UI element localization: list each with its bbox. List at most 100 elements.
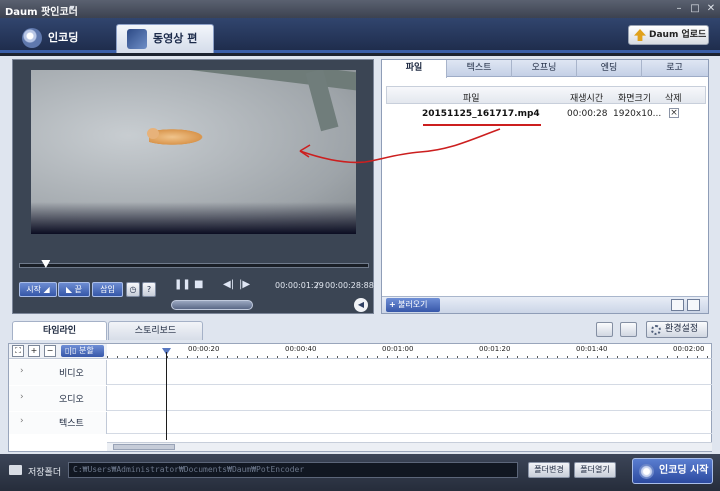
track-text[interactable]: › 텍스트 (9, 412, 712, 434)
load-file-label: 불러오기 (398, 300, 428, 309)
tab-opening[interactable]: 오프닝 (512, 60, 577, 77)
col-duration: 재생시간 (570, 94, 604, 104)
cat-head (147, 128, 159, 139)
chevron-right-icon[interactable]: › (20, 392, 24, 402)
tick-label: 00:00:20 (188, 345, 220, 353)
encoding-logo-icon (639, 464, 654, 479)
settings-button[interactable]: 환경설정 (646, 321, 708, 338)
file-table-header: 파일 재생시간 화면크기 삭제 (386, 86, 706, 104)
file-resolution: 1920x10... (613, 109, 662, 119)
seek-handle[interactable] (41, 260, 51, 268)
timeline-toolbar: ⛶ + − ▯|▯ 분할 (9, 344, 107, 359)
clock-button[interactable]: ◷ (126, 282, 140, 297)
clock-icon: ◷ (129, 285, 137, 294)
track-name: 오디오 (59, 395, 84, 405)
close-icon[interactable]: ✕ (704, 2, 718, 15)
next-frame-icon[interactable]: |▶ (239, 279, 250, 290)
track-header: › 오디오 (9, 386, 107, 411)
minimize-icon[interactable]: – (672, 2, 686, 15)
settings-label: 환경설정 (665, 324, 699, 334)
chevron-right-icon[interactable]: › (20, 366, 24, 376)
tab-file[interactable]: 파일 (382, 60, 447, 78)
daum-upload-button[interactable]: Daum 업로드 (628, 25, 709, 45)
tick-label: 00:02:00 (673, 345, 705, 353)
pause-icon[interactable]: ❚❚ (174, 279, 191, 290)
file-name: 20151125_161717.mp4 (422, 109, 540, 119)
insert-label: 삽입 (100, 285, 115, 294)
file-table: 파일 재생시간 화면크기 삭제 20151125_161717.mp4 00:0… (386, 86, 706, 126)
track-header: › 비디오 (9, 360, 107, 385)
split-label: 분할 (79, 346, 94, 355)
prev-frame-icon[interactable]: ◀| (223, 279, 234, 290)
main-tab-bar: 인코딩 동영상 편집 Daum 업로드 (0, 18, 720, 72)
stop-icon[interactable]: ■ (194, 279, 203, 290)
playhead-line (166, 352, 167, 440)
load-file-button[interactable]: + 불러오기 (386, 298, 440, 312)
save-path-field[interactable]: C:₩Users₩Administrator₩Documents₩Daum₩Po… (68, 462, 518, 478)
upload-arrow-icon (634, 29, 646, 41)
start-encoding-label: 인코딩 시작 (659, 465, 709, 476)
insert-button[interactable]: 삽입 (92, 282, 123, 297)
split-button[interactable]: ▯|▯ 분할 (61, 345, 104, 357)
track-video[interactable]: › 비디오 (9, 360, 712, 385)
tab-text[interactable]: 텍스트 (447, 60, 512, 77)
change-folder-button[interactable]: 폴더변경 (528, 462, 570, 478)
start-encoding-button[interactable]: 인코딩 시작 (632, 458, 713, 484)
seek-bar[interactable] (19, 260, 369, 268)
video-preview-panel: 시작 ◢ ◣ 끝 삽입 ◷ ? ❚❚ ■ ◀| |▶ 00:00:01:29 /… (12, 59, 374, 314)
timeline-scrollbar[interactable] (107, 442, 712, 451)
file-panel-footer: + 불러오기 (382, 296, 708, 313)
tick-label: 00:00:40 (285, 345, 317, 353)
total-time: 00:00:28:88 (325, 281, 374, 290)
tab-encoding[interactable]: 인코딩 (12, 24, 110, 53)
tick-label: 00:01:00 (382, 345, 414, 353)
col-file: 파일 (463, 94, 480, 104)
tab-storyboard[interactable]: 스토리보드 (108, 321, 203, 340)
volume-slider[interactable] (171, 300, 253, 310)
table-row[interactable]: 20151125_161717.mp4 00:00:28 1920x10... … (386, 104, 706, 126)
video-edit-icon (127, 29, 147, 49)
film-reel-icon (22, 28, 42, 48)
time-ruler[interactable]: 00:00:20 00:00:40 00:01:00 00:01:20 00:0… (107, 344, 712, 359)
tab-encoding-label: 인코딩 (48, 31, 79, 44)
save-project-button[interactable] (620, 322, 637, 337)
chevron-right-icon[interactable]: › (20, 416, 24, 426)
daum-upload-label: Daum 업로드 (649, 30, 707, 40)
maximize-icon[interactable]: □ (688, 2, 702, 15)
video-bottom-shade (31, 202, 356, 234)
mark-end-button[interactable]: ◣ 끝 (58, 282, 90, 297)
track-audio[interactable]: › 오디오 (9, 386, 712, 411)
zoom-out-icon[interactable]: − (44, 345, 56, 357)
speaker-icon[interactable]: ◀ (354, 298, 368, 312)
zoom-in-icon[interactable]: + (28, 345, 40, 357)
folder-button[interactable] (596, 322, 613, 337)
file-duration: 00:00:28 (567, 109, 608, 119)
tab-timeline[interactable]: 타임라인 (12, 321, 107, 340)
menu-dropdown-icon[interactable]: ▾ (65, 2, 79, 15)
fit-icon[interactable]: ⛶ (12, 345, 24, 357)
delete-file-button[interactable]: × (669, 108, 679, 118)
help-button[interactable]: ? (142, 282, 156, 297)
tick-label: 00:01:20 (479, 345, 511, 353)
col-resolution: 화면크기 (618, 94, 652, 104)
track-name: 비디오 (59, 369, 84, 379)
tab-video-edit[interactable]: 동영상 편집 (116, 24, 214, 72)
mark-start-button[interactable]: 시작 ◢ (19, 282, 57, 297)
list-view-icon[interactable] (687, 299, 700, 311)
grid-view-icon[interactable] (671, 299, 684, 311)
col-delete: 삭제 (665, 94, 682, 104)
track-name: 텍스트 (59, 419, 84, 429)
tab-ending[interactable]: 엔딩 (577, 60, 642, 77)
timeline: ⛶ + − ▯|▯ 분할 00:00:20 00:00:40 00:01:00 … (8, 343, 712, 452)
bottom-bar: 저장폴더 C:₩Users₩Administrator₩Documents₩Da… (0, 454, 720, 491)
track-header: › 텍스트 (9, 412, 107, 434)
scrollbar-thumb[interactable] (113, 444, 175, 450)
mark-end-label: 끝 (74, 285, 83, 294)
time-separator: / (316, 281, 319, 290)
video-frame[interactable] (31, 70, 356, 234)
tab-logo[interactable]: 로고 (642, 60, 707, 77)
title-bar: Daum 팟인코더 ▾ – □ ✕ (0, 0, 720, 18)
help-label: ? (146, 285, 152, 294)
timeline-tab-bar: 타임라인 스토리보드 환경설정 (0, 318, 720, 340)
open-folder-button[interactable]: 폴더열기 (574, 462, 616, 478)
